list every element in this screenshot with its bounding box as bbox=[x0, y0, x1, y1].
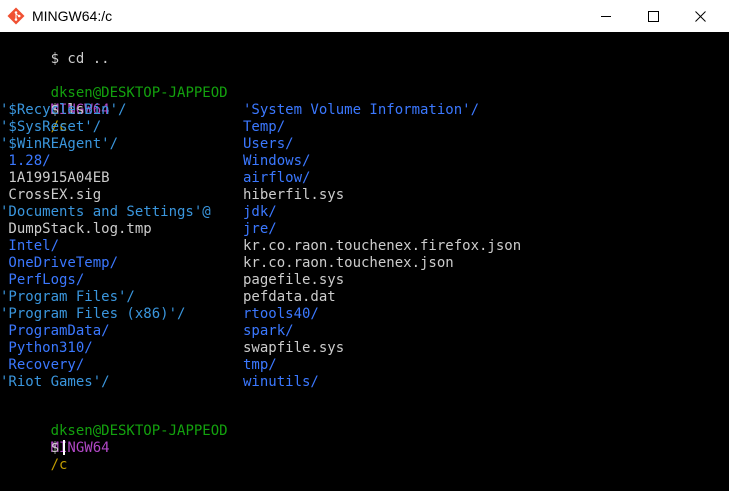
listing-entry: 'Program Files'/ bbox=[0, 289, 135, 305]
listing-entry: 'Riot Games'/ bbox=[0, 374, 110, 390]
maximize-icon bbox=[647, 10, 659, 22]
minimize-button[interactable] bbox=[583, 0, 629, 32]
listing-entry: Users/ bbox=[243, 136, 294, 152]
text-cursor bbox=[63, 440, 66, 455]
listing-entry: PerfLogs/ bbox=[0, 272, 85, 288]
input-prompt: $ bbox=[50, 440, 60, 456]
listing-entry: swapfile.sys bbox=[243, 340, 345, 356]
listing-entry: Windows/ bbox=[243, 153, 311, 169]
listing-entry: ProgramData/ bbox=[0, 323, 110, 339]
listing-entry: 'Program Files (x86)'/ bbox=[0, 306, 186, 322]
listing-entry: spark/ bbox=[243, 323, 294, 339]
minimize-icon bbox=[601, 15, 611, 17]
input-line[interactable]: $ bbox=[0, 423, 66, 456]
listing-entry: kr.co.raon.touchenex.firefox.json bbox=[243, 238, 522, 254]
listing-entry: Intel/ bbox=[0, 238, 60, 254]
listing-entry: Python310/ bbox=[0, 340, 93, 356]
prompt-line-current: dksen@DESKTOP-JAPPEOD MINGW64 /c bbox=[0, 406, 228, 473]
command-line: $ ls bbox=[0, 85, 85, 118]
title-bar[interactable]: MINGW64:/c bbox=[0, 0, 729, 32]
prompt-path: /c bbox=[50, 457, 68, 473]
terminal-window: MINGW64:/c $ cd .. dksen@DESKTOP-JAPPEOD… bbox=[0, 0, 729, 473]
listing-entry: 'Documents and Settings'@ bbox=[0, 204, 211, 220]
listing-entry: 'System Volume Information'/ bbox=[243, 102, 480, 118]
listing-entry: CrossEX.sig bbox=[0, 187, 102, 203]
prompt-line: dksen@DESKTOP-JAPPEOD MINGW64 /c bbox=[0, 68, 228, 135]
listing-entry: 1.28/ bbox=[0, 153, 51, 169]
listing-entry: jdk/ bbox=[243, 204, 277, 220]
listing-entry: '$WinREAgent'/ bbox=[0, 136, 119, 152]
vertical-scrollbar[interactable] bbox=[712, 32, 729, 446]
listing-entry: 1A19915A04EB bbox=[0, 170, 110, 186]
terminal-output[interactable]: $ cd .. dksen@DESKTOP-JAPPEOD MINGW64 /c… bbox=[0, 32, 729, 473]
listing-entry: '$Recycle.Bin'/ bbox=[0, 102, 127, 118]
previous-command-line: $ cd .. bbox=[0, 34, 110, 67]
listing-entry: pagefile.sys bbox=[243, 272, 345, 288]
listing-entry: rtools40/ bbox=[243, 306, 319, 322]
listing-entry: pefdata.dat bbox=[243, 289, 336, 305]
listing-entry: tmp/ bbox=[243, 357, 277, 373]
listing-entry: Recovery/ bbox=[0, 357, 85, 373]
listing-entry: hiberfil.sys bbox=[243, 187, 345, 203]
prompt-user-host: dksen@DESKTOP-JAPPEOD bbox=[50, 423, 228, 439]
listing-entry: Temp/ bbox=[243, 119, 286, 135]
listing-entry: airflow/ bbox=[243, 170, 311, 186]
listing-entry: '$SysReset'/ bbox=[0, 119, 102, 135]
close-icon bbox=[694, 10, 706, 22]
listing-entry: DumpStack.log.tmp bbox=[0, 221, 152, 237]
listing-entry: jre/ bbox=[243, 221, 277, 237]
listing-entry: OneDriveTemp/ bbox=[0, 255, 119, 271]
listing-entry: kr.co.raon.touchenex.json bbox=[243, 255, 454, 271]
git-bash-icon bbox=[7, 7, 25, 25]
close-button[interactable] bbox=[677, 0, 723, 32]
maximize-button[interactable] bbox=[630, 0, 676, 32]
window-title: MINGW64:/c bbox=[32, 8, 113, 24]
listing-entry: winutils/ bbox=[243, 374, 319, 390]
previous-command: $ cd .. bbox=[50, 51, 110, 67]
